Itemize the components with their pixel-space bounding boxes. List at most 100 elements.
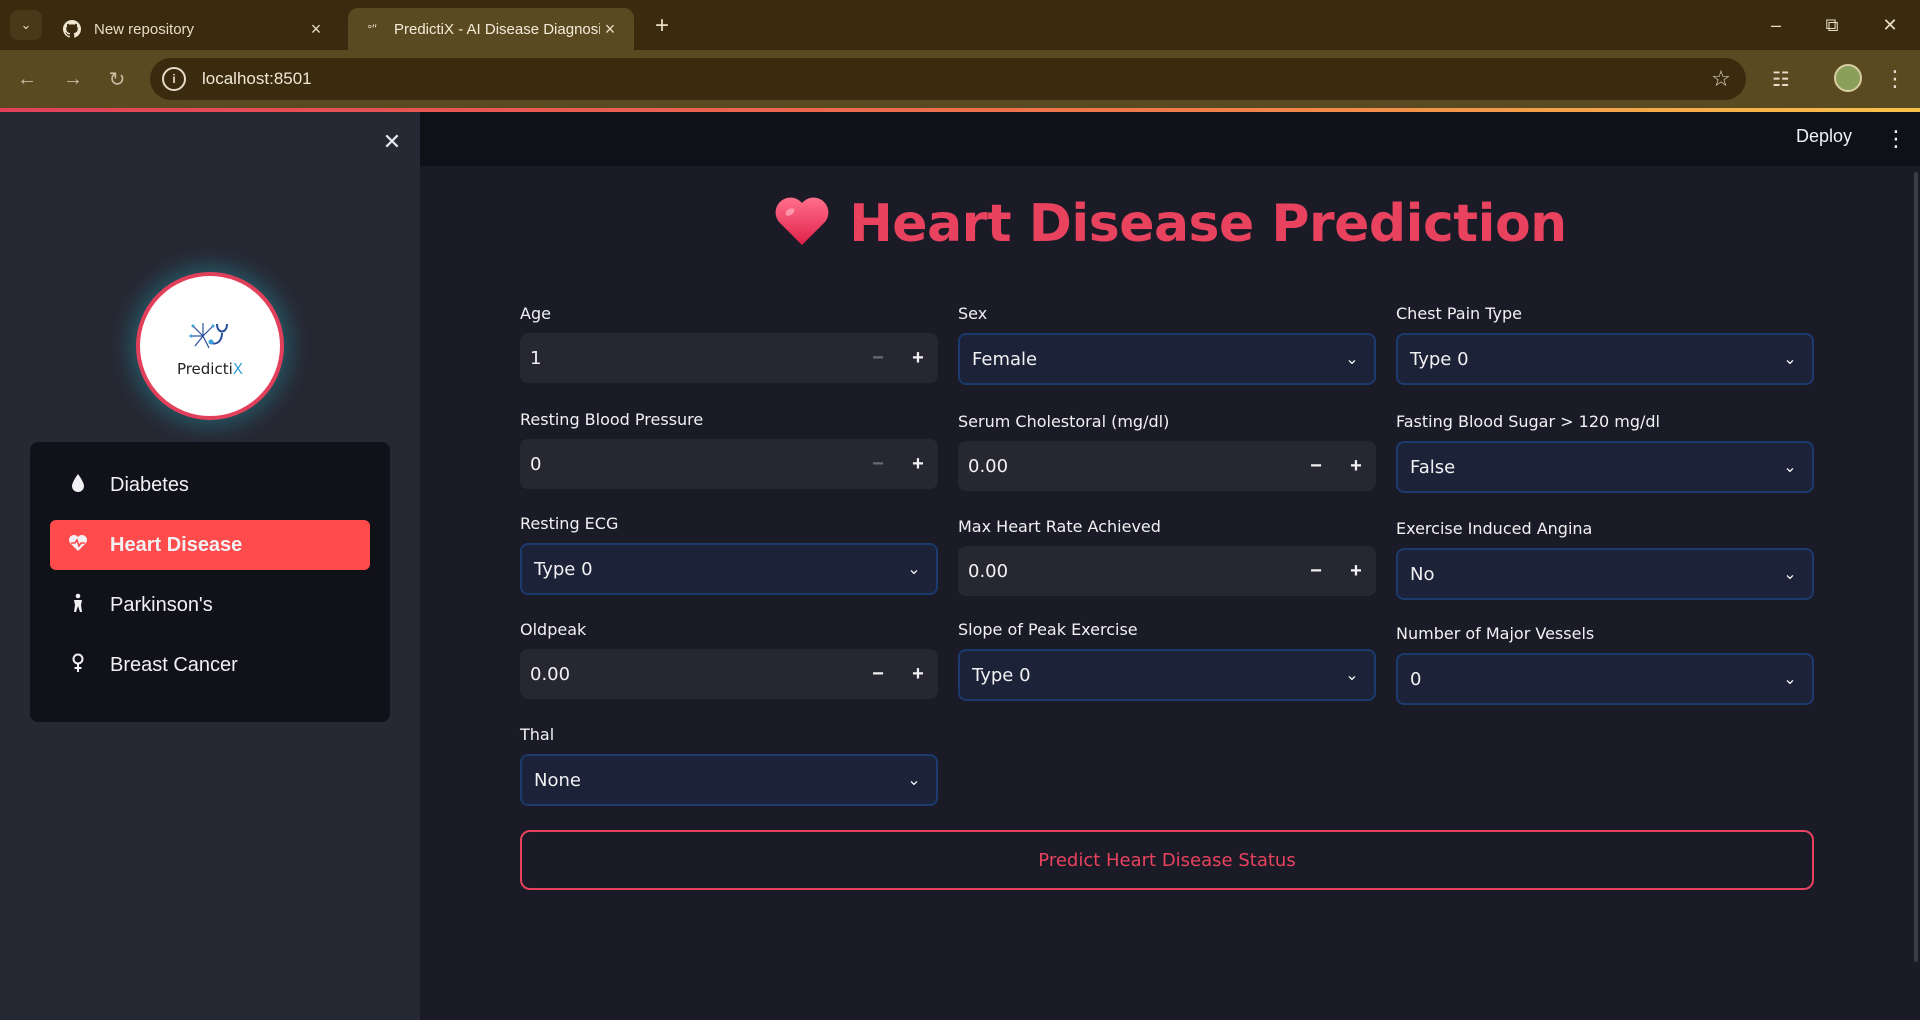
input-value[interactable]: 0 [520,454,858,475]
field-label: Thal [520,725,555,744]
tab-predictix[interactable]: °′′ PredictiX - AI Disease Diagnosis × [348,8,634,50]
app-menu-icon[interactable]: ⋮ [1885,124,1907,154]
max-heart-rate-field: Max Heart Rate Achieved 0.00 − + [958,517,1376,596]
field-label: Serum Cholestoral (mg/dl) [958,412,1170,431]
oldpeak-field: Oldpeak 0.00 − + [520,620,938,699]
increment-button[interactable]: + [898,649,938,699]
menu-item-heart-disease[interactable]: Heart Disease [50,520,370,570]
address-bar[interactable]: i localhost:8501 ☆ [150,58,1746,100]
sex-select[interactable]: Female ⌄ [958,333,1376,385]
minimize-icon[interactable]: – [1756,10,1796,40]
input-value[interactable]: 0.00 [520,664,858,685]
field-label: Chest Pain Type [1396,304,1523,323]
thal-select[interactable]: None ⌄ [520,754,938,806]
reload-icon[interactable]: ↻ [102,64,132,94]
select-value: 0 [1410,668,1422,690]
age-input[interactable]: 1 − + [520,333,938,383]
resting-ecg-field: Resting ECG Type 0 ⌄ [520,514,938,595]
slope-field: Slope of Peak Exercise Type 0 ⌄ [958,620,1376,701]
menu-item-breast-cancer[interactable]: Breast Cancer [50,640,370,690]
decrement-button[interactable]: − [858,333,898,383]
field-label: Oldpeak [520,620,587,639]
slope-select[interactable]: Type 0 ⌄ [958,649,1376,701]
menu-item-diabetes[interactable]: Diabetes [50,460,370,510]
chevron-down-icon: ⌄ [1783,459,1797,476]
menu-item-label: Parkinson's [110,593,213,616]
chest-pain-select[interactable]: Type 0 ⌄ [1396,333,1814,385]
browser-toolbar: ← → ↻ i localhost:8501 ☆ ☷ ⋮ [0,50,1920,108]
browser-tab-bar: ⌄ New repository × °′′ PredictiX - AI Di… [0,0,1920,50]
major-vessels-field: Number of Major Vessels 0 ⌄ [1396,624,1814,705]
input-value[interactable]: 0.00 [958,456,1296,477]
site-info-icon[interactable]: i [162,67,186,91]
stethoscope-icon [189,323,228,349]
decrement-button[interactable]: − [858,439,898,489]
restore-icon[interactable]: ⧉ [1812,10,1852,40]
menu-item-parkinsons[interactable]: Parkinson's [50,580,370,630]
chevron-down-icon: ⌄ [907,772,921,789]
fasting-blood-sugar-field: Fasting Blood Sugar > 120 mg/dl False ⌄ [1396,412,1814,493]
select-value: Female [972,348,1038,370]
field-label: Age [520,304,551,323]
select-value: Type 0 [1410,348,1469,370]
loading-icon: °′′ [367,22,377,36]
input-value[interactable]: 1 [520,348,858,369]
cholesterol-input[interactable]: 0.00 − + [958,441,1376,491]
increment-button[interactable]: + [898,439,938,489]
decrement-button[interactable]: − [858,649,898,699]
resting-bp-input[interactable]: 0 − + [520,439,938,489]
forward-icon[interactable]: → [58,64,88,94]
tab-title: PredictiX - AI Disease Diagnosis [394,20,600,38]
browser-menu-icon[interactable]: ⋮ [1880,64,1910,94]
disease-menu: Diabetes Heart Disease Parkinson's Breas… [30,442,390,722]
menu-item-label: Heart Disease [110,533,243,556]
back-icon[interactable]: ← [12,64,42,94]
github-icon [62,19,82,39]
app-logo: PredictiX [136,272,284,420]
bookmark-star-icon[interactable]: ☆ [1706,66,1736,92]
chevron-down-icon: ⌄ [1345,351,1359,368]
field-label: Max Heart Rate Achieved [958,517,1161,536]
fasting-blood-sugar-select[interactable]: False ⌄ [1396,441,1814,493]
tab-new-repository[interactable]: New repository × [48,8,340,50]
sex-field: Sex Female ⌄ [958,304,1376,385]
input-value[interactable]: 0.00 [958,561,1296,582]
increment-button[interactable]: + [898,333,938,383]
page-title: Heart Disease Prediction [420,194,1920,254]
heart-icon [775,197,829,245]
close-tab-icon[interactable]: × [306,19,326,40]
increment-button[interactable]: + [1336,441,1376,491]
increment-button[interactable]: + [1336,546,1376,596]
age-field: Age 1 − + [520,304,938,383]
scrollbar[interactable] [1914,172,1918,962]
heart-pulse-icon [68,534,88,557]
tab-search-button[interactable]: ⌄ [10,10,42,40]
new-tab-button[interactable]: + [648,12,676,40]
cholesterol-field: Serum Cholestoral (mg/dl) 0.00 − + [958,412,1376,491]
close-tab-icon[interactable]: × [600,19,620,40]
major-vessels-select[interactable]: 0 ⌄ [1396,653,1814,705]
select-value: None [534,769,581,791]
oldpeak-input[interactable]: 0.00 − + [520,649,938,699]
profile-avatar[interactable] [1834,64,1862,92]
decrement-button[interactable]: − [1296,441,1336,491]
select-value: Type 0 [534,558,593,580]
url-text[interactable]: localhost:8501 [202,69,1706,89]
close-sidebar-icon[interactable]: ✕ [380,129,404,154]
chest-pain-field: Chest Pain Type Type 0 ⌄ [1396,304,1814,385]
person-icon [68,593,88,618]
deploy-button[interactable]: Deploy [1796,126,1852,147]
exercise-angina-select[interactable]: No ⌄ [1396,548,1814,600]
predict-button[interactable]: Predict Heart Disease Status [520,830,1814,890]
max-heart-rate-input[interactable]: 0.00 − + [958,546,1376,596]
extensions-icon[interactable]: ☷ [1766,64,1796,94]
select-value: Type 0 [972,664,1031,686]
main-content: Deploy ⋮ Heart Disease Prediction Age 1 … [420,112,1920,1020]
chevron-down-icon: ⌄ [1783,671,1797,688]
resting-ecg-select[interactable]: Type 0 ⌄ [520,543,938,595]
field-label: Number of Major Vessels [1396,624,1595,643]
field-label: Slope of Peak Exercise [958,620,1138,639]
decrement-button[interactable]: − [1296,546,1336,596]
chevron-down-icon: ⌄ [1345,667,1359,684]
close-window-icon[interactable]: ✕ [1870,10,1910,40]
